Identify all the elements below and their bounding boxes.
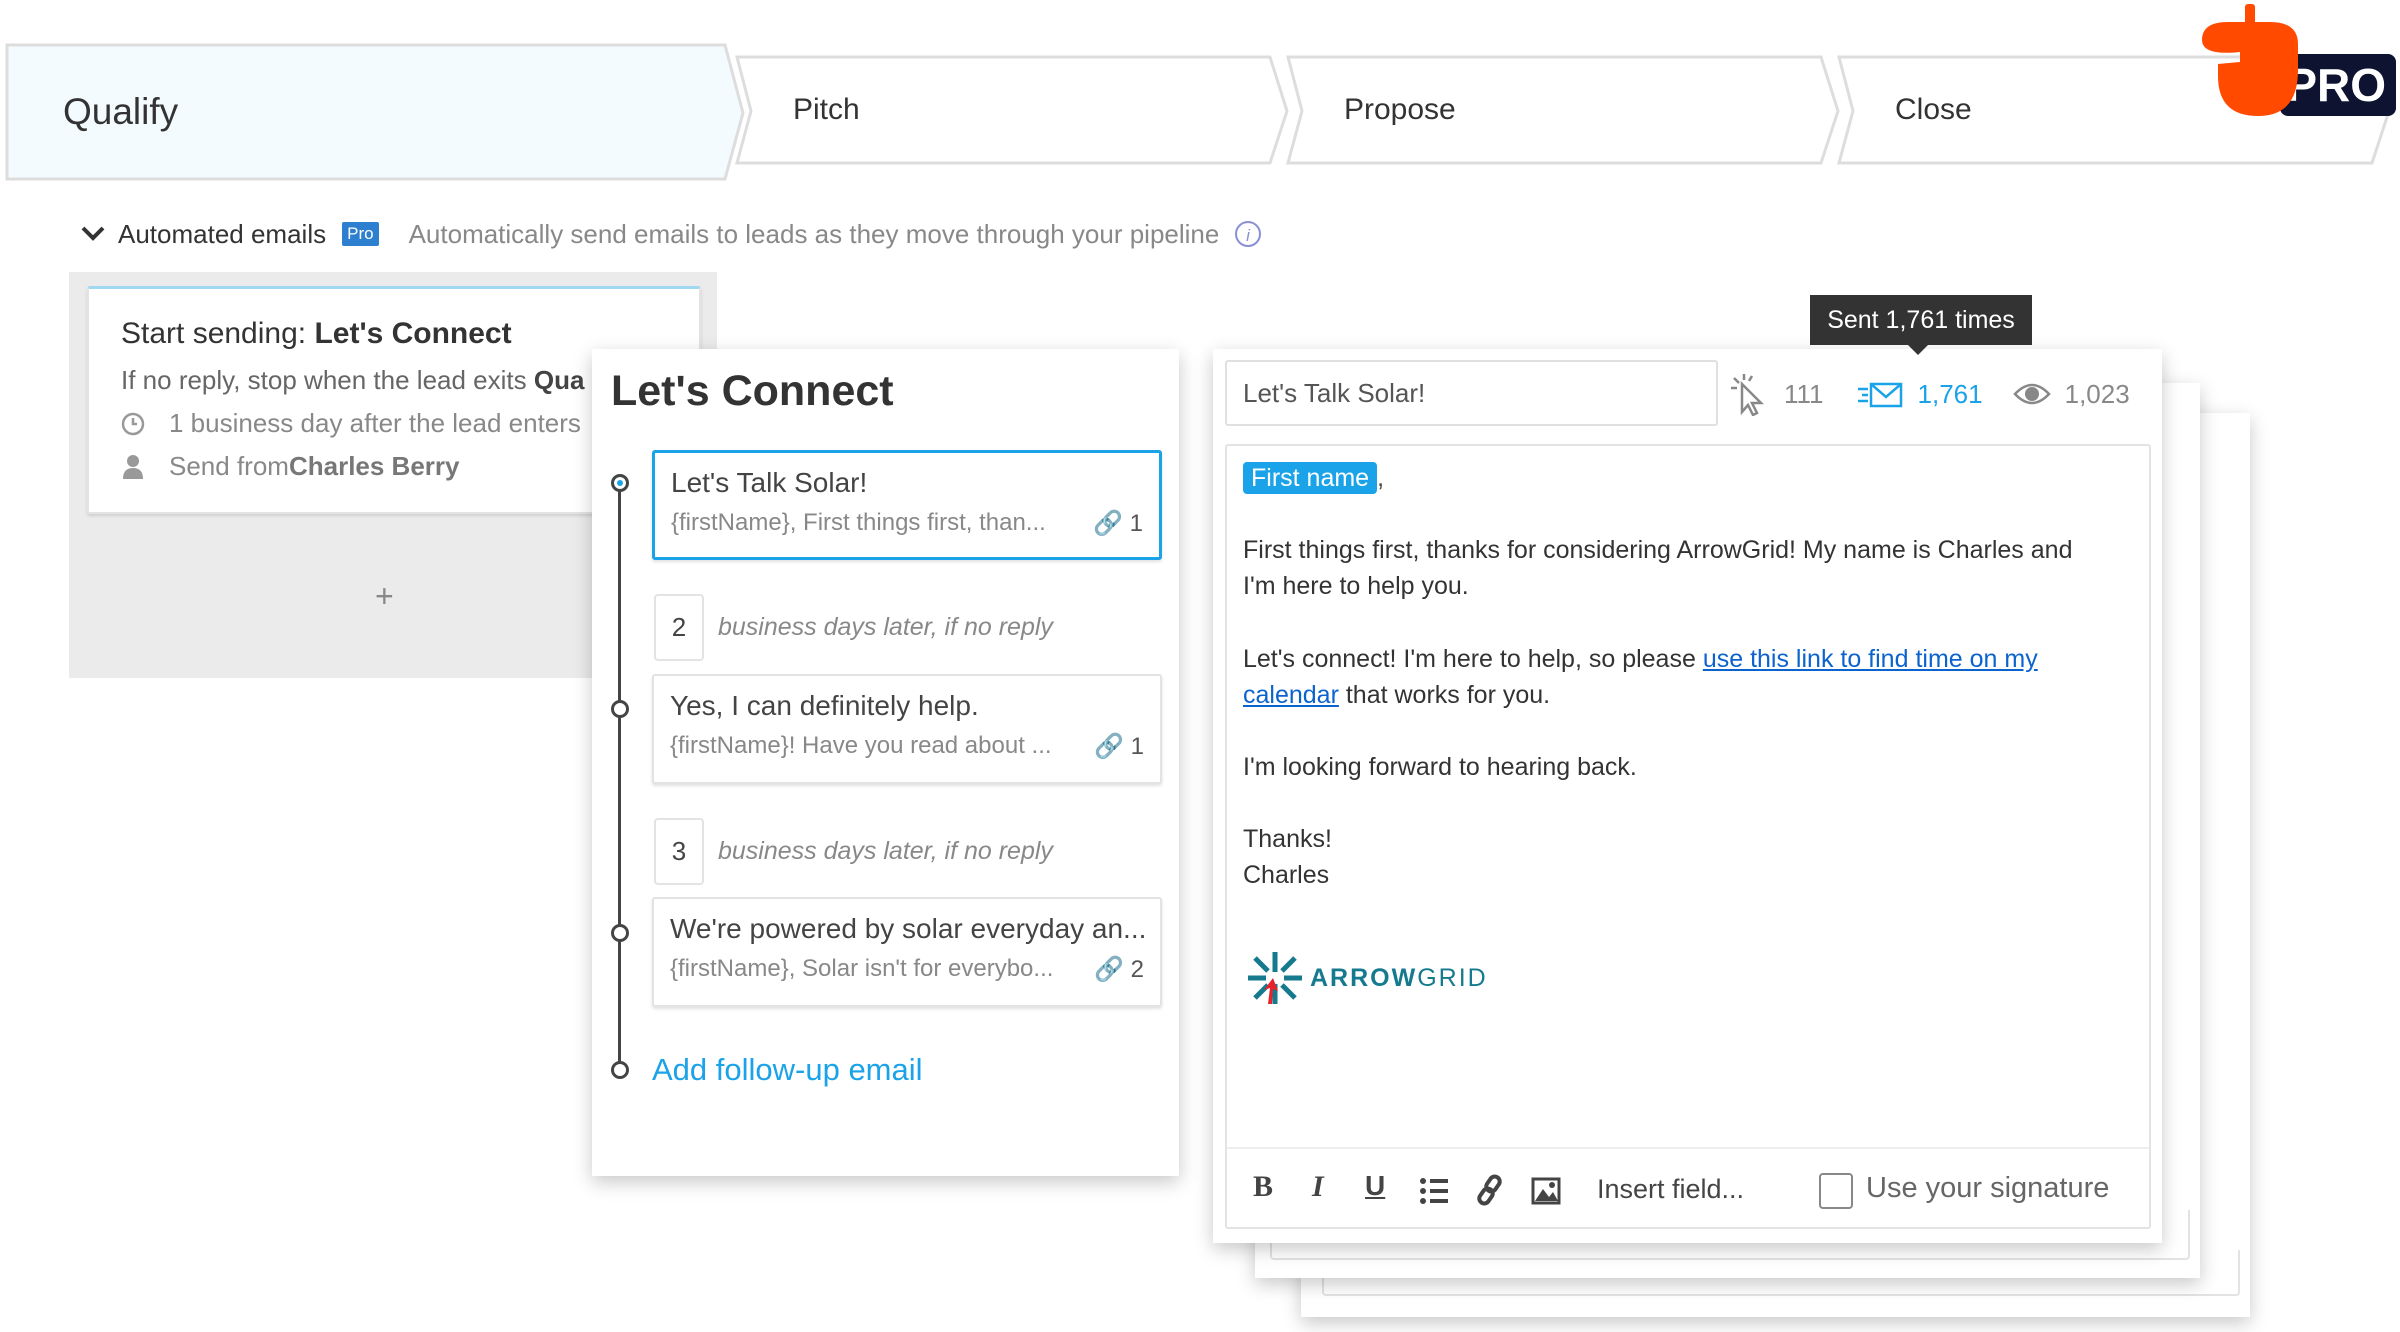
email-subject: Let's Talk Solar! (671, 467, 868, 498)
link-count: 1 (1130, 733, 1144, 760)
email-preview: {firstName}, Solar isn't for everybo... (670, 955, 1054, 982)
stage-label: Propose (1344, 93, 1456, 126)
link-icon[interactable] (1475, 1174, 1505, 1206)
link-count: 1 (1129, 510, 1143, 537)
sent-envelope-icon[interactable] (1856, 379, 1906, 409)
subject-input[interactable] (1225, 360, 1718, 426)
delay-label: business days later, if no reply (718, 613, 1053, 641)
underline-button[interactable]: U (1365, 1170, 1385, 1202)
automated-emails-toggle[interactable]: Automated emails (118, 219, 326, 250)
italic-button[interactable]: I (1312, 1170, 1324, 1204)
chevron-down-icon[interactable] (80, 225, 106, 243)
email-preview: {firstName}, First things first, than... (671, 509, 1046, 536)
click-count: 111 (1784, 378, 1824, 409)
link-count: 2 (1130, 956, 1144, 983)
arrowgrid-logo-mark (1248, 952, 1302, 1004)
delay-step: 3 business days later, if no reply (654, 818, 1053, 885)
use-signature-label[interactable]: Use your signature (1866, 1172, 2109, 1205)
stage-label: Close (1895, 93, 1972, 126)
email-preview: {firstName}! Have you read about ... (670, 732, 1052, 759)
delay-label: business days later, if no reply (718, 837, 1053, 865)
image-icon[interactable] (1531, 1177, 1561, 1205)
insert-field-dropdown[interactable]: Insert field... (1597, 1174, 1744, 1205)
stage-label: Pitch (793, 93, 860, 126)
sender-name: Charles Berry (288, 451, 460, 481)
calendar-link[interactable]: calendar (1243, 681, 1339, 709)
trigger-prefix: Start sending: (121, 317, 315, 350)
timeline-node (611, 700, 629, 718)
clock-icon (121, 412, 145, 435)
comma: , (1377, 464, 1385, 492)
use-signature-checkbox[interactable] (1819, 1173, 1853, 1209)
stop-condition: If no reply, stop when the lead exits (121, 365, 534, 395)
delay-days-input[interactable]: 3 (654, 818, 704, 885)
logo-text: ARROW (1310, 963, 1418, 992)
sequence-email-item[interactable]: Let's Talk Solar! {firstName}, First thi… (652, 450, 1162, 560)
timeline-node (611, 1061, 629, 1079)
stage-qualify[interactable]: Qualify (5, 43, 745, 181)
delay-days-input[interactable]: 2 (654, 594, 704, 661)
sequence-email-item[interactable]: We're powered by solar everyday an... {f… (652, 897, 1162, 1007)
sent-tooltip: Sent 1,761 times (1810, 295, 2032, 355)
delay-step: 2 business days later, if no reply (654, 594, 1053, 661)
email-subject: We're powered by solar everyday an... (670, 913, 1147, 944)
stage-label: Qualify (63, 91, 179, 132)
info-icon[interactable]: i (1233, 219, 1263, 249)
sender-prefix: Send from (169, 451, 289, 481)
pro-badge-small: Pro (342, 222, 379, 246)
timeline-node (611, 924, 629, 942)
body-text: that works for you. (1338, 681, 1551, 709)
trigger-timing: 1 business day after the lead enters (169, 408, 581, 438)
sequence-email-item[interactable]: Yes, I can definitely help. {firstName}!… (652, 674, 1162, 784)
body-text: Charles (1243, 861, 1330, 889)
body-text: I'm looking forward to hearing back. (1243, 753, 1637, 781)
bold-button[interactable]: B (1253, 1170, 1273, 1204)
pro-badge: PRO (2198, 0, 2398, 118)
add-follow-up-email-link[interactable]: Add follow-up email (652, 1052, 923, 1088)
body-text: Let's connect! I'm here to help, so plea… (1243, 645, 1703, 673)
link-icon: 🔗 (1093, 510, 1123, 537)
logo-text: GRID (1417, 963, 1488, 992)
body-text: Thanks! (1243, 825, 1332, 853)
body-text: First things first, thanks for consideri… (1243, 536, 2073, 564)
arrowgrid-logo: ARROWGRID (1246, 950, 1488, 1006)
add-trigger-button[interactable]: + (375, 578, 394, 615)
user-icon (123, 454, 143, 479)
toolbar-divider (1227, 1147, 2149, 1149)
timeline-node-active (611, 474, 629, 492)
eye-icon (2012, 383, 2051, 405)
sent-count[interactable]: 1,761 (1918, 379, 1983, 410)
automated-emails-description: Automatically send emails to leads as th… (408, 218, 1220, 249)
stop-stage: Qua (533, 365, 585, 395)
body-text: I'm here to help you. (1243, 572, 1469, 600)
open-count: 1,023 (2064, 378, 2130, 409)
email-subject: Yes, I can definitely help. (670, 690, 979, 721)
acorn-icon (2202, 4, 2298, 116)
link-icon: 🔗 (1094, 733, 1124, 760)
bullet-list-icon[interactable] (1420, 1177, 1450, 1205)
timeline-line (618, 484, 621, 1072)
click-cursor-icon (1731, 374, 1765, 416)
svg-text:i: i (1246, 226, 1251, 245)
link-icon: 🔗 (1094, 956, 1124, 983)
merge-field-chip[interactable]: First name (1243, 462, 1378, 494)
trigger-sequence-name: Let's Connect (314, 317, 512, 350)
stage-propose[interactable]: Propose (1286, 55, 1842, 165)
stage-pitch[interactable]: Pitch (735, 55, 1291, 165)
calendar-link[interactable]: use this link to find time on my (1703, 645, 2038, 673)
sequence-title: Let's Connect (611, 367, 894, 415)
tooltip-text: Sent 1,761 times (1827, 305, 2015, 334)
